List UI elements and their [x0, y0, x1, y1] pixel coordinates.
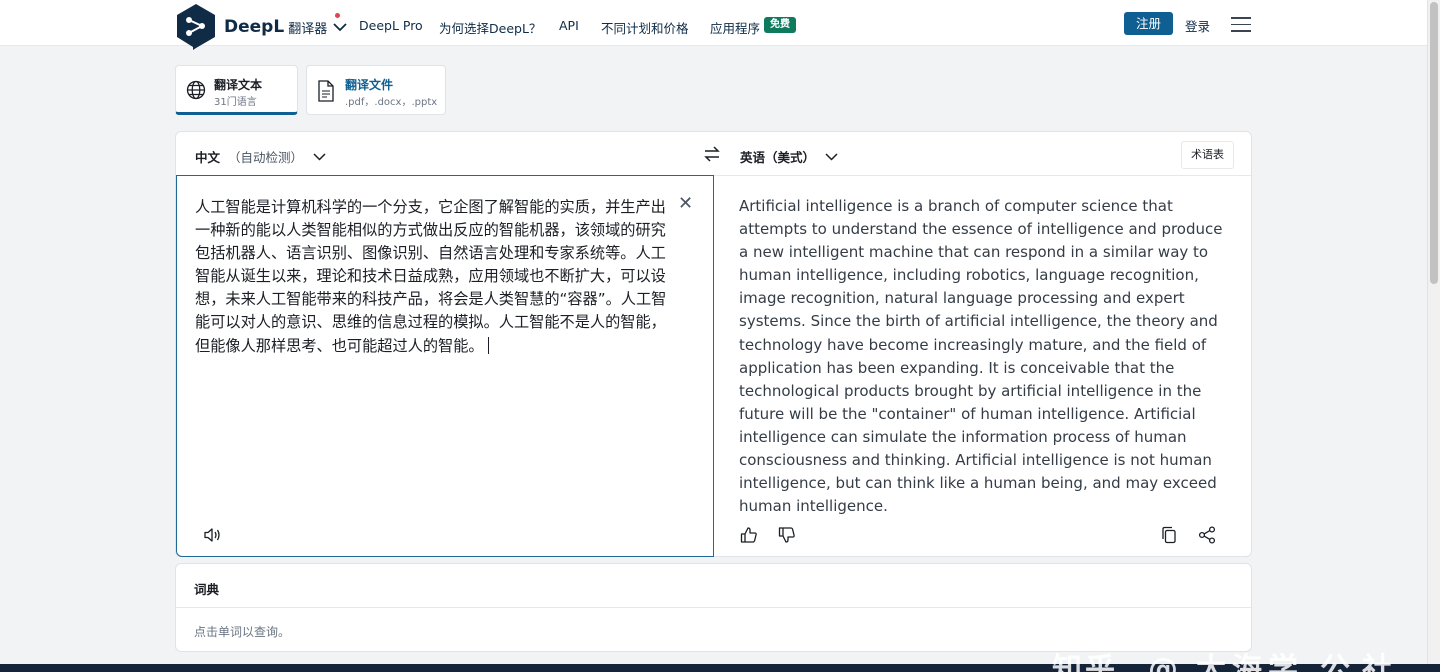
scrollbar-thumb[interactable] [1430, 2, 1438, 284]
clear-icon[interactable]: ✕ [678, 195, 693, 213]
language-bar: 中文 （自动检测） 英语（美式） 术语表 [176, 132, 1251, 176]
tab-translate-files[interactable]: 翻译文件 .pdf，.docx，.pptx [306, 65, 446, 115]
thumbs-down-icon[interactable] [778, 526, 796, 544]
source-language-selector[interactable]: 中文 （自动检测） [195, 147, 326, 166]
notification-dot [335, 13, 340, 18]
watermark-glyph: @ [1148, 652, 1178, 672]
nav-api[interactable]: API [559, 18, 579, 33]
tab-subtitle: 31门语言 [214, 97, 257, 108]
dictionary-title: 词典 [194, 582, 220, 597]
source-language: 中文 [195, 150, 221, 165]
watermark-glyph: 社 [1362, 652, 1392, 672]
dictionary-hint: 点击单词以查询。 [194, 625, 291, 639]
copy-icon[interactable] [1161, 526, 1177, 544]
chevron-down-icon[interactable] [333, 22, 347, 32]
nav-apps[interactable]: 应用程序 [710, 18, 760, 37]
speaker-icon[interactable] [203, 527, 221, 543]
tab-translate-text[interactable]: 翻译文本 31门语言 [175, 65, 298, 115]
chevron-down-icon [313, 152, 326, 161]
globe-icon [186, 80, 206, 100]
target-text[interactable]: Artificial intelligence is a branch of c… [739, 195, 1229, 518]
target-output: Artificial intelligence is a branch of c… [714, 175, 1252, 557]
chevron-down-icon [825, 152, 838, 161]
nav-why-deepl[interactable]: 为何选择DeepL？ [439, 18, 541, 37]
divider [176, 607, 1251, 608]
deepl-logo[interactable]: DeepL 翻译器 [175, 3, 347, 51]
free-badge: 免费 [764, 17, 796, 33]
tab-title: 翻译文件 [345, 78, 394, 92]
hamburger-menu-icon[interactable] [1231, 17, 1251, 32]
share-icon[interactable] [1198, 526, 1216, 544]
login-link[interactable]: 登录 [1185, 16, 1210, 35]
source-text[interactable]: 人工智能是计算机科学的一个分支，它企图了解智能的实质，并生产出一种新的能以人类智… [195, 196, 667, 358]
watermark-glyph: 大 [1196, 652, 1226, 672]
text-caret [487, 336, 489, 354]
watermark-glyph: 学 [1268, 652, 1298, 672]
source-language-note: （自动检测） [228, 150, 304, 165]
top-header: DeepL 翻译器 DeepL Pro 为何选择DeepL？ API 不同计划和… [0, 0, 1427, 50]
tab-title: 翻译文本 [214, 78, 263, 92]
watermark-glyph: 知 [1052, 652, 1082, 672]
tab-subtitle: .pdf，.docx，.pptx [345, 97, 438, 108]
brand-name: DeepL [224, 17, 285, 37]
glossary-button[interactable]: 术语表 [1181, 141, 1234, 169]
source-textarea[interactable]: 人工智能是计算机科学的一个分支，它企图了解智能的实质，并生产出一种新的能以人类智… [176, 175, 714, 557]
watermark-glyph: 公 [1320, 652, 1350, 672]
deepl-logo-icon [177, 4, 215, 50]
target-language-selector[interactable]: 英语（美式） [740, 147, 838, 166]
dictionary-panel: 词典 点击单词以查询。 [175, 563, 1252, 652]
thumbs-up-icon[interactable] [740, 526, 758, 544]
page-scrollbar[interactable] [1427, 0, 1440, 664]
translator-panel: 中文 （自动检测） 英语（美式） 术语表 人工智能是计算机科学的一个分支，它企图… [175, 131, 1252, 557]
watermark-glyph: 海 [1232, 652, 1262, 672]
nav-pricing[interactable]: 不同计划和价格 [601, 18, 689, 37]
document-icon [318, 80, 334, 102]
brand-subtitle: 翻译器 [288, 21, 328, 37]
nav-deepl-pro[interactable]: DeepL Pro [359, 18, 423, 33]
swap-icon[interactable] [704, 145, 720, 163]
signup-button[interactable]: 注册 [1124, 12, 1173, 35]
target-language: 英语（美式） [740, 150, 816, 165]
watermark-glyph: 乎 [1085, 652, 1115, 672]
